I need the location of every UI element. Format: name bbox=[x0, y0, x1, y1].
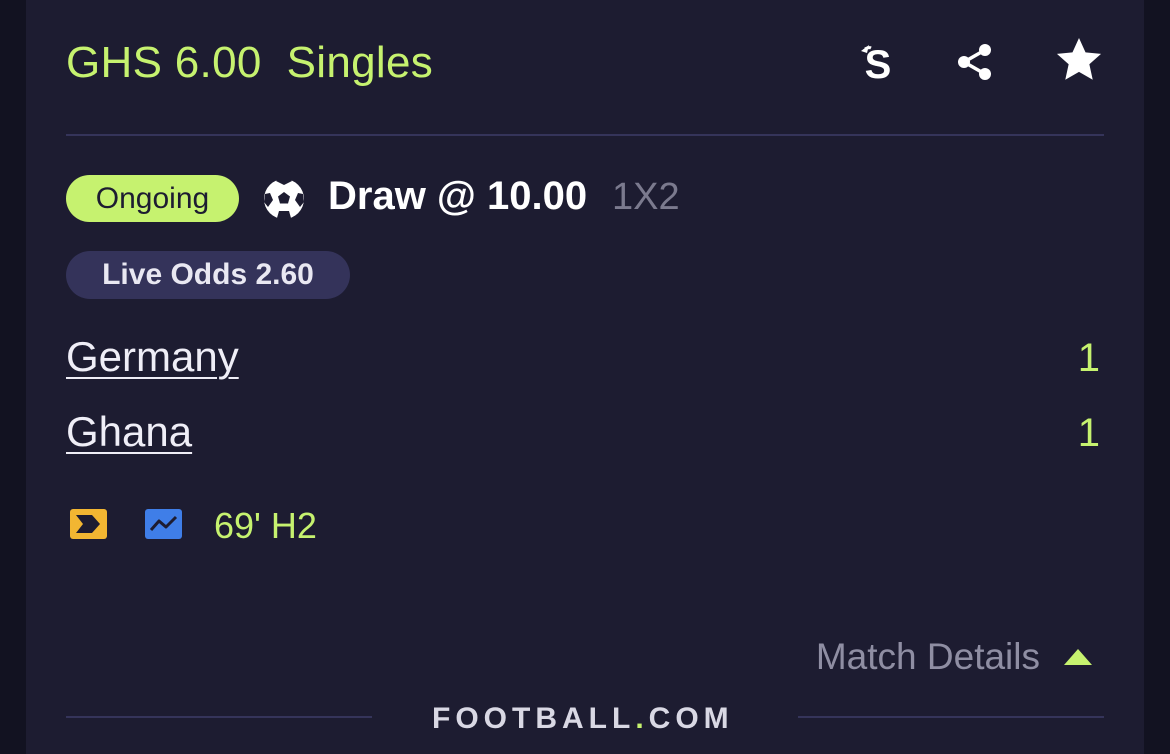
away-score: 1 bbox=[1077, 411, 1100, 455]
home-team-link[interactable]: Germany bbox=[66, 333, 239, 381]
live-stream-icon[interactable] bbox=[70, 509, 107, 539]
match-clock: 69' H2 bbox=[214, 505, 317, 546]
away-team-link[interactable]: Ghana bbox=[66, 408, 192, 456]
match-details-label: Match Details bbox=[815, 636, 1040, 677]
match-details-toggle[interactable]: Match Details bbox=[816, 636, 1094, 678]
live-odds-badge: Live Odds 2.60 bbox=[66, 251, 350, 299]
chevron-up-icon bbox=[1064, 649, 1092, 665]
home-score: 1 bbox=[1077, 336, 1100, 380]
header-divider bbox=[66, 134, 1104, 136]
status-badge: Ongoing bbox=[66, 175, 239, 222]
brand-logo: FOOTBALL.COM bbox=[432, 702, 734, 735]
bet-card: GHS 6.00 Singles S Ongoing Draw @ 10.00 … bbox=[26, 0, 1144, 754]
svg-text:S: S bbox=[865, 43, 892, 85]
soccer-ball-icon bbox=[262, 177, 306, 221]
sporty-s-icon[interactable]: S bbox=[850, 34, 906, 90]
footer-divider-right bbox=[798, 716, 1104, 718]
bet-pick: Draw @ 10.00 bbox=[328, 174, 588, 218]
bet-market: 1X2 bbox=[612, 176, 680, 218]
live-stats-icon[interactable] bbox=[145, 509, 182, 539]
footer-divider-left bbox=[66, 716, 372, 718]
share-icon[interactable] bbox=[947, 34, 1003, 90]
star-icon[interactable] bbox=[1051, 32, 1107, 88]
bet-stake-title: GHS 6.00 Singles bbox=[66, 38, 434, 87]
